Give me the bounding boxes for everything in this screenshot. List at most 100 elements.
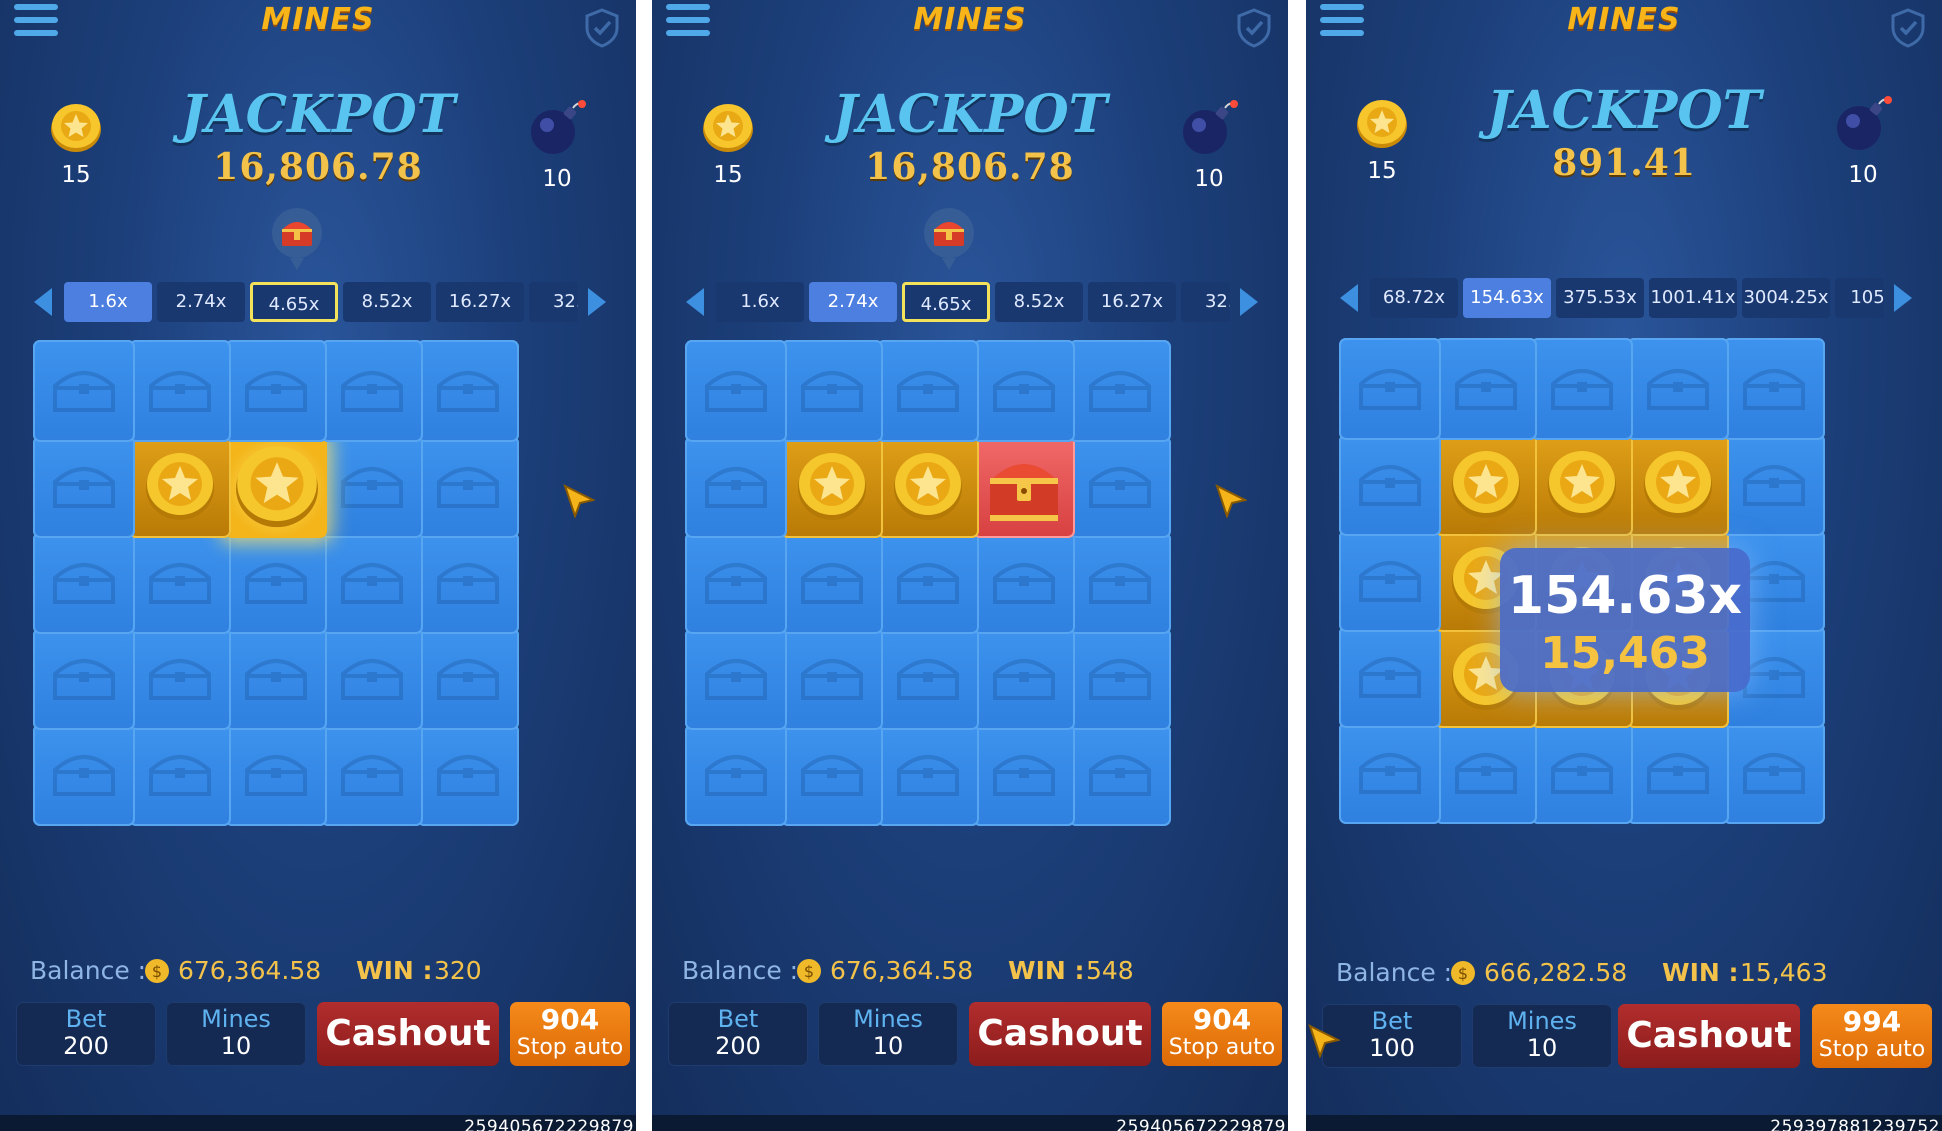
hidden-tile[interactable]	[781, 724, 883, 826]
hidden-tile[interactable]	[129, 724, 231, 826]
hidden-tile[interactable]	[1339, 530, 1441, 632]
hidden-tile[interactable]	[33, 532, 135, 634]
hidden-tile[interactable]	[1069, 724, 1171, 826]
hidden-tile[interactable]	[1531, 722, 1633, 824]
scroll-left-arrow-icon[interactable]	[1340, 284, 1358, 312]
hidden-tile[interactable]	[1069, 532, 1171, 634]
hidden-tile[interactable]	[973, 532, 1075, 634]
hidden-tile[interactable]	[1339, 626, 1441, 728]
hidden-tile[interactable]	[225, 532, 327, 634]
revealed-coin-tile[interactable]	[129, 436, 231, 538]
hidden-tile[interactable]	[1435, 722, 1537, 824]
scroll-right-arrow-icon[interactable]	[588, 288, 606, 316]
shield-check-icon[interactable]	[584, 8, 620, 48]
hidden-tile[interactable]	[685, 724, 787, 826]
stop-auto-button[interactable]: 994 Stop auto	[1812, 1004, 1932, 1068]
hidden-tile[interactable]	[877, 724, 979, 826]
hidden-tile[interactable]	[1723, 722, 1825, 824]
hidden-tile[interactable]	[417, 724, 519, 826]
multiplier-step[interactable]: 8.52x	[995, 282, 1083, 322]
multiplier-step[interactable]: 32.5	[1181, 282, 1230, 322]
hidden-tile[interactable]	[417, 532, 519, 634]
hidden-tile[interactable]	[877, 532, 979, 634]
revealed-coin-tile[interactable]	[1627, 434, 1729, 536]
multiplier-step-target[interactable]: 4.65x	[250, 282, 338, 322]
hidden-tile[interactable]	[1339, 338, 1441, 440]
hidden-tile[interactable]	[321, 724, 423, 826]
multiplier-step-target[interactable]: 4.65x	[902, 282, 990, 322]
hidden-tile[interactable]	[781, 532, 883, 634]
hidden-tile[interactable]	[129, 532, 231, 634]
hidden-tile[interactable]	[1627, 722, 1729, 824]
hidden-tile[interactable]	[973, 340, 1075, 442]
multiplier-step[interactable]: 16.27x	[436, 282, 524, 322]
multiplier-step[interactable]: 154.63x	[1463, 278, 1551, 318]
bet-button[interactable]: Bet 100	[1322, 1004, 1462, 1068]
hidden-tile[interactable]	[1069, 340, 1171, 442]
hidden-tile[interactable]	[1531, 338, 1633, 440]
hidden-tile[interactable]	[321, 532, 423, 634]
multiplier-step[interactable]: 68.72x	[1370, 278, 1458, 318]
mines-button[interactable]: Mines 10	[1472, 1004, 1612, 1068]
revealed-coin-tile[interactable]	[1531, 434, 1633, 536]
revealed-coin-tile[interactable]	[781, 436, 883, 538]
hidden-tile[interactable]	[1723, 338, 1825, 440]
scroll-right-arrow-icon[interactable]	[1240, 288, 1258, 316]
hidden-tile[interactable]	[781, 340, 883, 442]
multiplier-step[interactable]: 3004.25x	[1742, 278, 1830, 318]
hidden-tile[interactable]	[321, 340, 423, 442]
hidden-tile[interactable]	[1069, 628, 1171, 730]
stop-auto-button[interactable]: 904 Stop auto	[1162, 1002, 1282, 1066]
multiplier-step[interactable]: 8.52x	[343, 282, 431, 322]
hidden-tile[interactable]	[1723, 434, 1825, 536]
hidden-tile[interactable]	[973, 628, 1075, 730]
multiplier-step[interactable]: 2.74x	[809, 282, 897, 322]
hidden-tile[interactable]	[417, 340, 519, 442]
multiplier-step[interactable]: 1.6x	[716, 282, 804, 322]
shield-check-icon[interactable]	[1890, 8, 1926, 48]
hidden-tile[interactable]	[33, 436, 135, 538]
hidden-tile[interactable]	[321, 436, 423, 538]
hidden-tile[interactable]	[685, 628, 787, 730]
hidden-tile[interactable]	[1435, 338, 1537, 440]
hidden-tile[interactable]	[781, 628, 883, 730]
shield-check-icon[interactable]	[1236, 8, 1272, 48]
hidden-tile[interactable]	[417, 628, 519, 730]
multiplier-step[interactable]: 1.6x	[64, 282, 152, 322]
hidden-tile[interactable]	[877, 340, 979, 442]
hidden-tile[interactable]	[973, 724, 1075, 826]
hidden-tile[interactable]	[321, 628, 423, 730]
multiplier-step[interactable]: 2.74x	[157, 282, 245, 322]
stop-auto-button[interactable]: 904 Stop auto	[510, 1002, 630, 1066]
mines-button[interactable]: Mines 10	[818, 1002, 958, 1066]
revealed-chest-tile[interactable]	[973, 436, 1075, 538]
cashout-button[interactable]: Cashout	[1618, 1004, 1800, 1068]
revealed-coin-tile[interactable]	[225, 436, 327, 538]
bet-button[interactable]: Bet 200	[16, 1002, 156, 1066]
hidden-tile[interactable]	[685, 436, 787, 538]
hidden-tile[interactable]	[1627, 338, 1729, 440]
hidden-tile[interactable]	[1339, 434, 1441, 536]
cashout-button[interactable]: Cashout	[969, 1002, 1151, 1066]
multiplier-step[interactable]: 10514	[1835, 278, 1884, 318]
hidden-tile[interactable]	[1069, 436, 1171, 538]
scroll-left-arrow-icon[interactable]	[34, 288, 52, 316]
mines-button[interactable]: Mines 10	[166, 1002, 306, 1066]
hidden-tile[interactable]	[685, 532, 787, 634]
hidden-tile[interactable]	[1339, 722, 1441, 824]
multiplier-step[interactable]: 16.27x	[1088, 282, 1176, 322]
cashout-button[interactable]: Cashout	[317, 1002, 499, 1066]
hidden-tile[interactable]	[225, 628, 327, 730]
hidden-tile[interactable]	[129, 340, 231, 442]
hidden-tile[interactable]	[129, 628, 231, 730]
hidden-tile[interactable]	[33, 340, 135, 442]
revealed-coin-tile[interactable]	[1435, 434, 1537, 536]
scroll-right-arrow-icon[interactable]	[1894, 284, 1912, 312]
multiplier-step[interactable]: 375.53x	[1556, 278, 1644, 318]
hidden-tile[interactable]	[225, 724, 327, 826]
hidden-tile[interactable]	[877, 628, 979, 730]
hidden-tile[interactable]	[685, 340, 787, 442]
hidden-tile[interactable]	[225, 340, 327, 442]
bet-button[interactable]: Bet 200	[668, 1002, 808, 1066]
scroll-left-arrow-icon[interactable]	[686, 288, 704, 316]
